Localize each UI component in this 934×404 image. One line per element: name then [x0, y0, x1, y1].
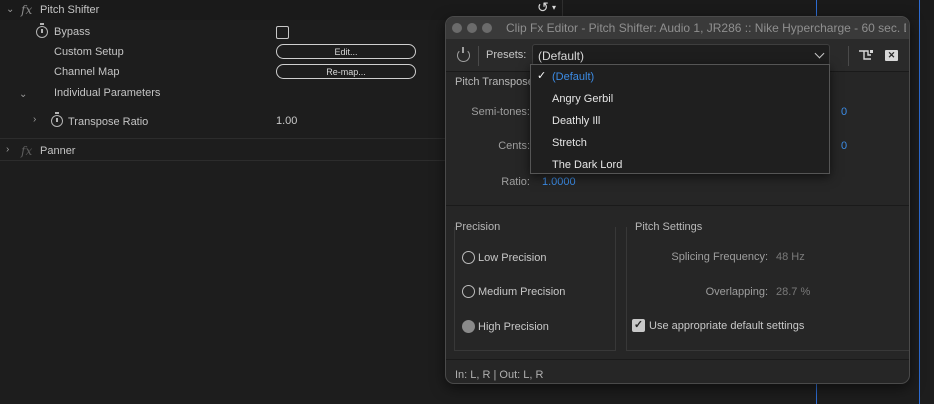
window-titlebar[interactable]: Clip Fx Editor - Pitch Shifter: Audio 1,…: [446, 17, 909, 39]
checkmark-icon: ✓: [537, 70, 547, 82]
divider: [446, 359, 909, 360]
stopwatch-icon[interactable]: [51, 112, 63, 127]
divider: [446, 205, 909, 206]
zoom-window-dot[interactable]: [482, 23, 492, 33]
high-precision-label[interactable]: High Precision: [478, 321, 549, 333]
ratio-label: Ratio:: [501, 176, 530, 188]
preset-menu-item-label: Angry Gerbil: [552, 93, 614, 105]
io-channels-label: In: L, R | Out: L, R: [455, 369, 544, 381]
custom-setup-label: Custom Setup: [54, 46, 124, 58]
channel-map-label: Channel Map: [54, 66, 120, 78]
param-row-channel-map: Channel Map Re-map...: [0, 63, 445, 83]
effect-row-pitch-shifter[interactable]: ⌄ fx Pitch Shifter: [0, 0, 445, 20]
individual-parameters-label: Individual Parameters: [54, 87, 161, 99]
effect-name-label: Pitch Shifter: [40, 4, 100, 16]
default-settings-checkbox[interactable]: ✓: [632, 319, 645, 332]
window-title: Clip Fx Editor - Pitch Shifter: Audio 1,…: [506, 21, 906, 35]
presets-selected-value: (Default): [538, 49, 585, 63]
remap-button[interactable]: Re-map...: [276, 64, 416, 79]
param-row-bypass: Bypass: [0, 22, 445, 42]
preset-menu-item-label: Stretch: [552, 137, 587, 149]
cents-value[interactable]: 0: [841, 140, 847, 152]
collapse-chevron-icon[interactable]: ⌄: [19, 89, 27, 100]
preset-menu-item-label: Deathly Ill: [552, 115, 601, 127]
overlapping-label: Overlapping:: [705, 286, 768, 298]
effect-row-panner[interactable]: › fx Panner: [0, 141, 445, 161]
presets-menu: ✓ (Default) Angry Gerbil Deathly Ill Str…: [530, 64, 830, 174]
channel-routing-icon[interactable]: [859, 49, 873, 61]
collapse-chevron-icon[interactable]: ⌄: [6, 4, 14, 15]
bypass-label: Bypass: [54, 26, 91, 38]
low-precision-radio[interactable]: [462, 251, 475, 264]
preset-menu-item-label: (Default): [552, 71, 595, 83]
low-precision-label[interactable]: Low Precision: [478, 252, 546, 264]
transpose-ratio-value[interactable]: 1.00: [276, 115, 297, 127]
chevron-down-icon: [814, 48, 825, 59]
preset-menu-item[interactable]: The Dark Lord: [531, 154, 829, 176]
undo-dropdown-chevron-icon[interactable]: ▾: [552, 3, 556, 12]
presets-dropdown[interactable]: (Default): [532, 44, 830, 66]
panner-label: Panner: [40, 145, 76, 157]
semitones-value[interactable]: 0: [841, 106, 847, 118]
preset-menu-item[interactable]: ✓ (Default): [531, 66, 829, 88]
close-icon[interactable]: ✕: [885, 50, 898, 61]
cents-label: Cents:: [498, 140, 530, 152]
preset-menu-item-label: The Dark Lord: [552, 159, 623, 171]
stopwatch-icon[interactable]: [36, 23, 48, 38]
fx-badge-icon[interactable]: fx: [21, 3, 32, 17]
medium-precision-radio[interactable]: [462, 285, 475, 298]
transpose-ratio-label: Transpose Ratio: [68, 116, 149, 128]
divider: [0, 160, 445, 161]
edit-button[interactable]: Edit...: [276, 44, 416, 59]
preset-menu-item[interactable]: Deathly Ill: [531, 110, 829, 132]
param-row-transpose-ratio: › Transpose Ratio 1.00: [0, 111, 445, 131]
expand-chevron-icon[interactable]: ›: [33, 114, 36, 125]
high-precision-radio[interactable]: [462, 320, 475, 333]
divider: [848, 46, 849, 66]
playhead-line-secondary: [919, 0, 920, 404]
splicing-frequency-label: Splicing Frequency:: [671, 251, 768, 263]
preset-menu-item[interactable]: Stretch: [531, 132, 829, 154]
medium-precision-label[interactable]: Medium Precision: [478, 286, 565, 298]
divider: [0, 138, 445, 139]
param-row-individual-parameters[interactable]: ⌄ Individual Parameters: [0, 83, 445, 103]
default-settings-label[interactable]: Use appropriate default settings: [649, 320, 804, 332]
divider: [478, 46, 479, 66]
undo-icon[interactable]: ↺: [537, 0, 549, 16]
timeline-divider: [562, 0, 563, 16]
minimize-window-dot[interactable]: [467, 23, 477, 33]
semitones-label: Semi-tones:: [471, 106, 530, 118]
fx-badge-icon[interactable]: fx: [21, 144, 32, 158]
param-row-custom-setup: Custom Setup Edit...: [0, 42, 445, 62]
bypass-checkbox[interactable]: [276, 26, 289, 39]
close-window-dot[interactable]: [452, 23, 462, 33]
overlapping-value[interactable]: 28.7 %: [776, 286, 810, 298]
presets-label: Presets:: [486, 49, 527, 61]
splicing-frequency-value[interactable]: 48 Hz: [776, 251, 805, 263]
expand-chevron-icon[interactable]: ›: [6, 144, 9, 155]
pitch-transpose-title: Pitch Transpose: [455, 76, 534, 88]
preset-menu-item[interactable]: Angry Gerbil: [531, 88, 829, 110]
power-icon[interactable]: [457, 47, 470, 62]
ratio-value[interactable]: 1.0000: [542, 176, 576, 188]
